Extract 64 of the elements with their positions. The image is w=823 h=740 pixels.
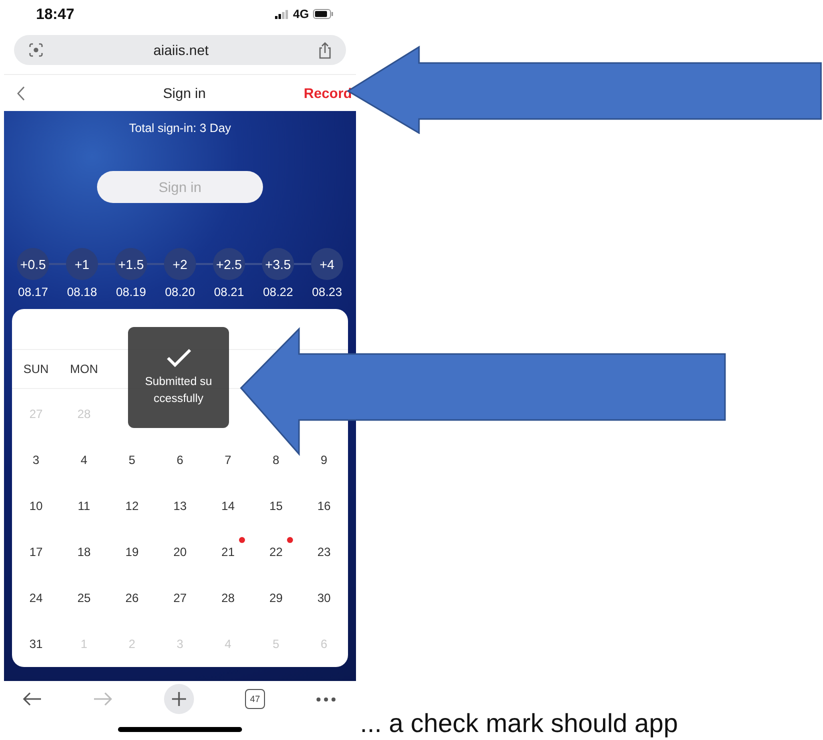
bonus-badge: +1	[66, 248, 98, 280]
address-bar[interactable]: aiaiis.net	[14, 35, 346, 65]
bonus-badge: +3.5	[262, 248, 294, 280]
calendar-day[interactable]: 10	[19, 491, 53, 517]
calendar-day[interactable]: 14	[211, 491, 245, 517]
calendar-day[interactable]: 30	[307, 583, 341, 609]
reward-date: 08.22	[262, 285, 294, 299]
status-time: 18:47	[36, 6, 74, 22]
calendar-day[interactable]: 18	[67, 537, 101, 563]
bonus-badge: +2.5	[213, 248, 245, 280]
calendar-day[interactable]: 21	[211, 537, 245, 563]
calendar-day[interactable]: 20	[163, 537, 197, 563]
calendar-day[interactable]: 15	[259, 491, 293, 517]
reward-date: 08.18	[66, 285, 98, 299]
calendar-day[interactable]: 12	[115, 491, 149, 517]
calendar-day[interactable]: 13	[163, 491, 197, 517]
new-tab-icon[interactable]	[164, 684, 194, 714]
bonus-badge: +4	[311, 248, 343, 280]
calendar-day[interactable]: 8	[262, 445, 290, 471]
signal-icon	[274, 10, 289, 18]
calendar-day[interactable]: 31	[19, 629, 53, 655]
weekday-label: MON	[69, 362, 99, 376]
calendar-day[interactable]: 24	[19, 583, 53, 609]
share-icon[interactable]	[318, 42, 332, 58]
url-text: aiaiis.net	[153, 42, 209, 58]
tab-count-button[interactable]: 47	[245, 689, 265, 709]
calendar-day[interactable]: 9	[310, 445, 338, 471]
reward-date: 08.23	[312, 285, 342, 299]
calendar-day[interactable]: 19	[115, 537, 149, 563]
calendar-day[interactable]: 17	[19, 537, 53, 563]
bonus-badge: +1.5	[115, 248, 147, 280]
camera-search-icon[interactable]	[28, 42, 44, 58]
reward-date: 08.17	[18, 285, 48, 299]
calendar-day[interactable]: 22	[259, 537, 293, 563]
reward-date: 08.19	[116, 285, 146, 299]
back-arrow-icon[interactable]	[22, 692, 42, 706]
back-icon[interactable]	[16, 86, 25, 100]
bonus-badge: +2	[164, 248, 196, 280]
calendar-day[interactable]: 23	[307, 537, 341, 563]
weekday-label: SUN	[22, 362, 50, 376]
bonus-badge: +0.5	[17, 248, 49, 280]
record-link[interactable]: Record	[304, 85, 352, 101]
calendar-day[interactable]: 7	[214, 445, 242, 471]
calendar-day[interactable]: 6	[166, 445, 194, 471]
calendar-day[interactable]: 28	[211, 583, 245, 609]
toast-message: Submitted su ccessfully	[144, 374, 212, 406]
network-label: 4G	[292, 7, 309, 21]
reward-date: 08.21	[214, 285, 244, 299]
calendar-day[interactable]: 3	[22, 445, 50, 471]
total-sign-in-text: Total sign-in: 3 Day	[128, 121, 232, 135]
calendar-day[interactable]: 26	[115, 583, 149, 609]
page-title: Sign in	[162, 85, 206, 101]
calendar-day[interactable]: 5	[118, 445, 146, 471]
reward-date: 08.20	[164, 285, 196, 299]
calendar-day[interactable]: 11	[68, 491, 100, 517]
checkmark-icon	[166, 348, 192, 368]
calendar-day[interactable]: 25	[67, 583, 101, 609]
annotation-caption: ... a check mark should app	[360, 708, 678, 739]
calendar-day[interactable]: 16	[307, 491, 341, 517]
battery-icon	[313, 9, 334, 19]
more-icon[interactable]	[316, 696, 336, 702]
calendar-day[interactable]: 4	[70, 445, 98, 471]
calendar-day[interactable]: 29	[259, 583, 293, 609]
calendar-day[interactable]: 27	[163, 583, 197, 609]
